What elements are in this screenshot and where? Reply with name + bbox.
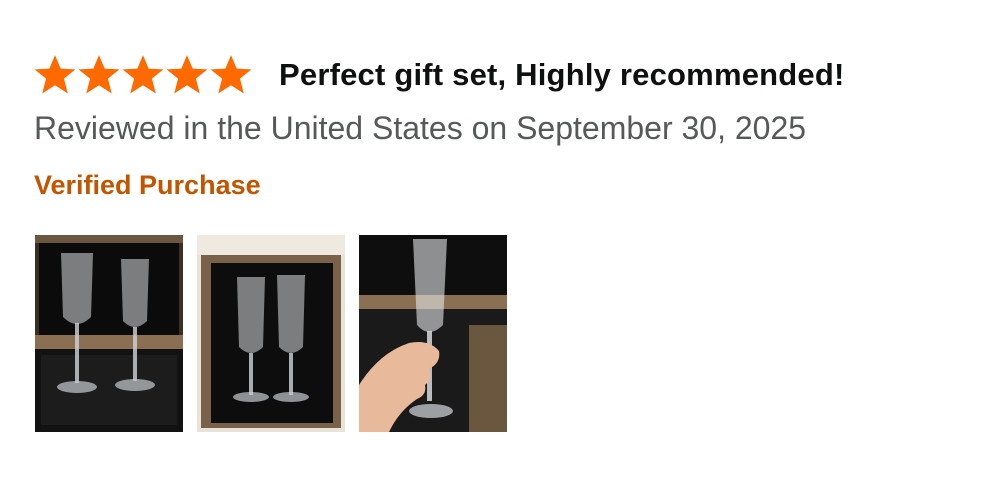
verified-purchase-badge: Verified Purchase bbox=[34, 170, 261, 200]
review-date: Reviewed in the United States on Septemb… bbox=[34, 110, 807, 146]
customer-review: Perfect gift set, Highly recommended! Re… bbox=[0, 0, 1000, 500]
star-filled-icon bbox=[209, 54, 253, 96]
review-image-3[interactable] bbox=[359, 235, 507, 432]
star-filled-icon bbox=[77, 54, 121, 96]
review-title[interactable]: Perfect gift set, Highly recommended! bbox=[279, 57, 845, 93]
star-filled-icon bbox=[33, 54, 77, 96]
star-filled-icon bbox=[165, 54, 209, 96]
review-image-2[interactable] bbox=[197, 235, 345, 432]
star-rating[interactable] bbox=[33, 54, 255, 96]
review-header: Perfect gift set, Highly recommended! bbox=[33, 50, 845, 100]
review-image-1[interactable] bbox=[35, 235, 183, 432]
review-images bbox=[35, 235, 507, 432]
star-filled-icon bbox=[121, 54, 165, 96]
